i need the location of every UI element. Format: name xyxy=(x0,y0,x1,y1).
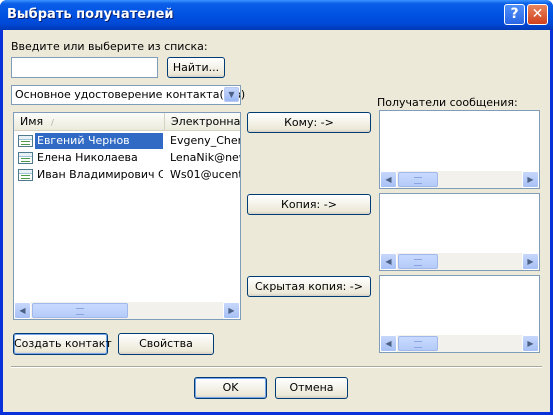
scroll-right-button[interactable]: ▶ xyxy=(522,335,539,352)
scroll-right-button[interactable]: ▶ xyxy=(522,253,539,270)
contacts-horizontal-scrollbar[interactable]: ◀ ▶ xyxy=(14,302,240,319)
scroll-left-button[interactable]: ◀ xyxy=(380,171,397,188)
search-input[interactable] xyxy=(11,57,158,78)
scroll-left-button[interactable]: ◀ xyxy=(14,302,31,319)
to-horizontal-scrollbar[interactable]: ◀ ▶ xyxy=(380,171,539,188)
divider xyxy=(11,366,542,368)
scroll-thumb[interactable] xyxy=(32,303,128,318)
bcc-horizontal-scrollbar[interactable]: ◀ ▶ xyxy=(380,335,539,352)
search-label: Введите или выберите из списка: xyxy=(11,40,208,53)
find-button[interactable]: Найти... xyxy=(167,57,225,78)
contact-name: Иван Владимирович С... xyxy=(37,168,163,181)
to-recipients-box[interactable]: ◀ ▶ xyxy=(379,110,540,189)
title-bar[interactable]: Выбрать получателей ? ✕ xyxy=(0,0,553,30)
address-book-select[interactable]: Основное удостоверение контакта(-ов) ▼ xyxy=(11,85,245,105)
new-contact-button[interactable]: Создать контакт xyxy=(13,333,112,355)
close-button[interactable]: ✕ xyxy=(527,4,548,25)
contact-name: Евгений Чернов xyxy=(35,133,163,149)
scroll-right-button[interactable]: ▶ xyxy=(522,171,539,188)
cancel-button[interactable]: Отмена xyxy=(275,377,348,399)
scroll-thumb[interactable] xyxy=(398,172,438,187)
scroll-right-button[interactable]: ▶ xyxy=(223,302,240,319)
contacts-list-header: Имя / Электронная xyxy=(14,113,240,131)
address-book-value: Основное удостоверение контакта(-ов) xyxy=(15,88,246,101)
to-button[interactable]: Кому: -> xyxy=(247,112,371,133)
select-recipients-dialog: Выбрать получателей ? ✕ Введите или выбе… xyxy=(0,0,553,415)
contacts-list[interactable]: Имя / Электронная Евгений Чернов Evgeny_C… xyxy=(13,112,241,320)
contact-email: Ws01@ucentr xyxy=(170,168,240,181)
contact-email: Evgeny_Chern xyxy=(170,134,240,147)
scroll-left-button[interactable]: ◀ xyxy=(380,253,397,270)
properties-button[interactable]: Свойства xyxy=(118,333,214,355)
contact-card-icon xyxy=(18,135,33,147)
help-button[interactable]: ? xyxy=(504,4,525,25)
column-name-header[interactable]: Имя / xyxy=(14,113,165,131)
scroll-left-button[interactable]: ◀ xyxy=(380,335,397,352)
scroll-thumb[interactable] xyxy=(398,336,438,351)
cc-horizontal-scrollbar[interactable]: ◀ ▶ xyxy=(380,253,539,270)
table-row[interactable]: Елена Николаева LenaNik@new xyxy=(14,150,240,167)
contact-card-icon xyxy=(18,169,33,181)
contact-card-icon xyxy=(18,152,33,164)
scroll-thumb[interactable] xyxy=(398,254,438,269)
bcc-recipients-box[interactable]: ◀ ▶ xyxy=(379,275,540,353)
dialog-body: Введите или выберите из списка: Найти...… xyxy=(3,30,550,412)
chevron-down-icon[interactable]: ▼ xyxy=(224,87,239,102)
contact-name: Елена Николаева xyxy=(37,151,138,164)
contact-email: LenaNik@new xyxy=(170,151,240,164)
cc-button[interactable]: Копия: -> xyxy=(247,194,371,215)
bcc-button[interactable]: Скрытая копия: -> xyxy=(247,276,371,297)
column-email-header[interactable]: Электронная xyxy=(165,113,240,131)
ok-button[interactable]: OK xyxy=(194,377,267,399)
table-row[interactable]: Иван Владимирович С... Ws01@ucentr xyxy=(14,167,240,184)
recipients-label: Получатели сообщения: xyxy=(377,96,518,109)
dialog-title: Выбрать получателей xyxy=(7,7,174,22)
cc-recipients-box[interactable]: ◀ ▶ xyxy=(379,193,540,271)
sort-ascending-icon: / xyxy=(51,118,54,127)
table-row[interactable]: Евгений Чернов Evgeny_Chern xyxy=(14,133,240,150)
